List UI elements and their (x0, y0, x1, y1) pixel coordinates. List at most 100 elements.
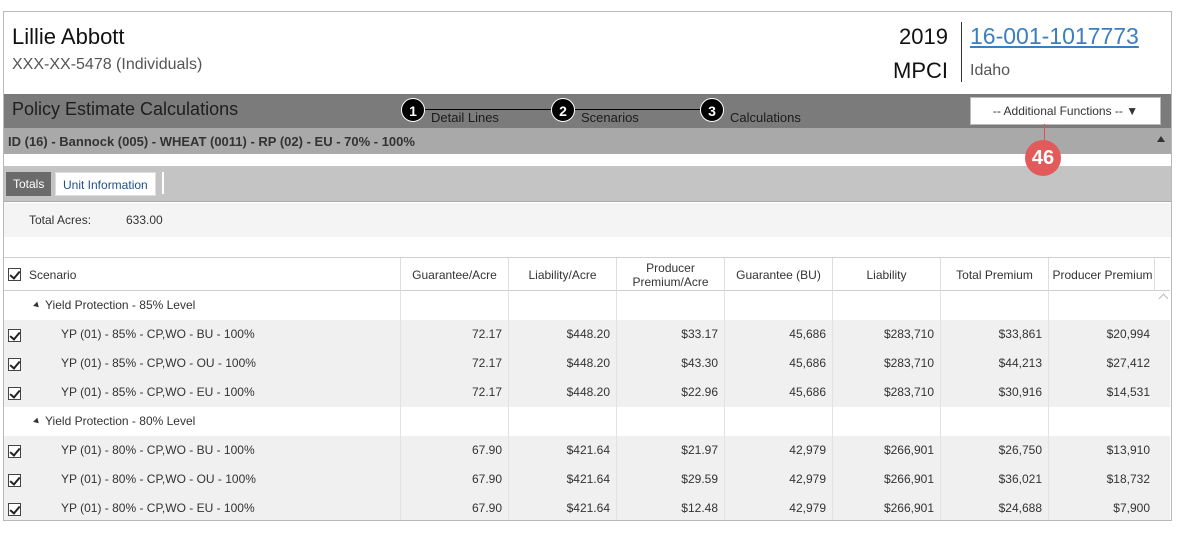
grid-body: Yield Protection - 85% Level YP (01) - 85… (4, 291, 1170, 520)
guarantee-bu-cell: 42,979 (724, 465, 832, 494)
col-total-premium[interactable]: Total Premium (940, 258, 1048, 291)
total-premium-cell: $44,213 (940, 349, 1048, 378)
total-acres-label: Total Acres: (29, 213, 92, 227)
tab-unit-information[interactable]: Unit Information (55, 172, 156, 196)
tab-separator (162, 172, 164, 194)
producer-premium-cell: $13,910 (1048, 436, 1156, 465)
guarantee-acre-cell: 67.90 (400, 436, 508, 465)
table-row[interactable]: YP (01) - 80% - CP,WO - OU - 100% 67.90 $4… (4, 465, 1170, 494)
table-row[interactable]: YP (01) - 80% - CP,WO - EU - 100% 67.90 $4… (4, 494, 1170, 520)
policy-header: Lillie Abbott XXX-XX-5478 (Individuals) … (4, 12, 1171, 94)
group-empty-cell (1048, 407, 1156, 436)
crop-year: 2019 (899, 24, 948, 49)
table-row[interactable]: YP (01) - 85% - CP,WO - BU - 100% 72.17 $4… (4, 320, 1170, 349)
policy-estimate-window: Lillie Abbott XXX-XX-5478 (Individuals) … (3, 11, 1172, 521)
col-guarantee-bu[interactable]: Guarantee (BU) (724, 258, 832, 291)
liability-acre-cell: $448.20 (508, 320, 616, 349)
producer-premium-acre-cell: $12.48 (616, 494, 724, 520)
group-empty-cell (832, 407, 940, 436)
liability-acre-cell: $421.64 (508, 494, 616, 520)
select-all-checkbox[interactable] (8, 268, 21, 281)
liability-cell: $266,901 (832, 436, 940, 465)
step-number: 2 (551, 98, 575, 122)
additional-functions-dropdown[interactable]: -- Additional Functions -- ▼ (970, 97, 1161, 125)
row-checkbox[interactable] (8, 445, 21, 458)
group-empty-cell (400, 291, 508, 320)
total-premium-cell: $26,750 (940, 436, 1048, 465)
scenario-grid: Scenario Guarantee/Acre Liability/Acre P… (4, 257, 1170, 520)
policy-state: Idaho (970, 62, 1011, 79)
col-scenario[interactable]: Scenario (24, 258, 400, 291)
group-label: Yield Protection - 80% Level (45, 414, 196, 428)
liability-cell: $283,710 (832, 378, 940, 407)
step-label: Calculations (730, 110, 801, 125)
insured-ssn: XXX-XX-5478 (Individuals) (12, 56, 203, 73)
producer-premium-acre-cell: $21.97 (616, 436, 724, 465)
liability-cell: $266,901 (832, 494, 940, 520)
group-row[interactable]: Yield Protection - 85% Level (4, 291, 1170, 320)
callout-badge: 46 (1025, 140, 1061, 176)
group-row[interactable]: Yield Protection - 80% Level (4, 407, 1170, 436)
step-label: Scenarios (581, 110, 639, 125)
group-empty-cell (400, 407, 508, 436)
liability-cell: $283,710 (832, 349, 940, 378)
col-guarantee-acre[interactable]: Guarantee/Acre (400, 258, 508, 291)
total-premium-cell: $24,688 (940, 494, 1048, 520)
scenario-cell: YP (01) - 80% - CP,WO - EU - 100% (61, 501, 255, 515)
producer-premium-cell: $27,412 (1048, 349, 1156, 378)
tabs-bar: Totals Unit Information (4, 166, 1171, 202)
producer-premium-acre-cell: $22.96 (616, 378, 724, 407)
guarantee-acre-cell: 72.17 (400, 349, 508, 378)
policy-line-label: ID (16) - Bannock (005) - WHEAT (0011) -… (8, 134, 415, 149)
group-label-cell: Yield Protection - 80% Level (4, 407, 400, 436)
guarantee-bu-cell: 45,686 (724, 320, 832, 349)
col-liability-acre[interactable]: Liability/Acre (508, 258, 616, 291)
tab-totals[interactable]: Totals (6, 172, 52, 196)
guarantee-bu-cell: 42,979 (724, 436, 832, 465)
expand-triangle-icon[interactable] (33, 301, 41, 310)
scenario-cell: YP (01) - 85% - CP,WO - BU - 100% (61, 327, 255, 341)
liability-acre-cell: $421.64 (508, 465, 616, 494)
group-label: Yield Protection - 85% Level (45, 298, 196, 312)
row-checkbox[interactable] (8, 329, 21, 342)
total-premium-cell: $33,861 (940, 320, 1048, 349)
policy-number-link[interactable]: 16-001-1017773 (970, 23, 1139, 50)
insured-name: Lillie Abbott (12, 24, 125, 49)
title-bar: Policy Estimate Calculations 1 Detail Li… (4, 94, 1171, 128)
col-producer-premium[interactable]: Producer Premium (1048, 258, 1156, 291)
col-liability[interactable]: Liability (832, 258, 940, 291)
group-empty-cell (832, 291, 940, 320)
row-checkbox[interactable] (8, 503, 21, 516)
scenario-cell: YP (01) - 80% - CP,WO - BU - 100% (61, 443, 255, 457)
collapse-icon[interactable] (1157, 136, 1165, 142)
guarantee-acre-cell: 67.90 (400, 465, 508, 494)
expand-triangle-icon[interactable] (33, 417, 41, 426)
group-empty-cell (1048, 291, 1156, 320)
acres-summary: Total Acres: 633.00 (4, 203, 1171, 237)
group-label-cell: Yield Protection - 85% Level (4, 291, 400, 320)
col-producer-premium-acre[interactable]: Producer Premium/Acre (616, 258, 724, 291)
header-scroll-gap (1154, 258, 1170, 291)
guarantee-bu-cell: 45,686 (724, 378, 832, 407)
table-row[interactable]: YP (01) - 80% - CP,WO - BU - 100% 67.90 $4… (4, 436, 1170, 465)
step-label: Detail Lines (431, 110, 499, 125)
table-row[interactable]: YP (01) - 85% - CP,WO - OU - 100% 72.17 $4… (4, 349, 1170, 378)
policy-line-bar[interactable]: ID (16) - Bannock (005) - WHEAT (0011) -… (4, 128, 1171, 154)
page-title: Policy Estimate Calculations (12, 99, 239, 119)
step-number: 3 (700, 98, 724, 122)
header-divider (961, 22, 962, 82)
group-empty-cell (724, 291, 832, 320)
step-number: 1 (401, 98, 425, 122)
liability-acre-cell: $421.64 (508, 436, 616, 465)
row-checkbox[interactable] (8, 358, 21, 371)
guarantee-bu-cell: 42,979 (724, 494, 832, 520)
guarantee-acre-cell: 72.17 (400, 320, 508, 349)
row-checkbox[interactable] (8, 474, 21, 487)
table-row[interactable]: YP (01) - 85% - CP,WO - EU - 100% 72.17 $4… (4, 378, 1170, 407)
liability-cell: $283,710 (832, 320, 940, 349)
producer-premium-acre-cell: $33.17 (616, 320, 724, 349)
group-empty-cell (724, 407, 832, 436)
row-checkbox[interactable] (8, 387, 21, 400)
producer-premium-acre-cell: $29.59 (616, 465, 724, 494)
guarantee-acre-cell: 67.90 (400, 494, 508, 520)
